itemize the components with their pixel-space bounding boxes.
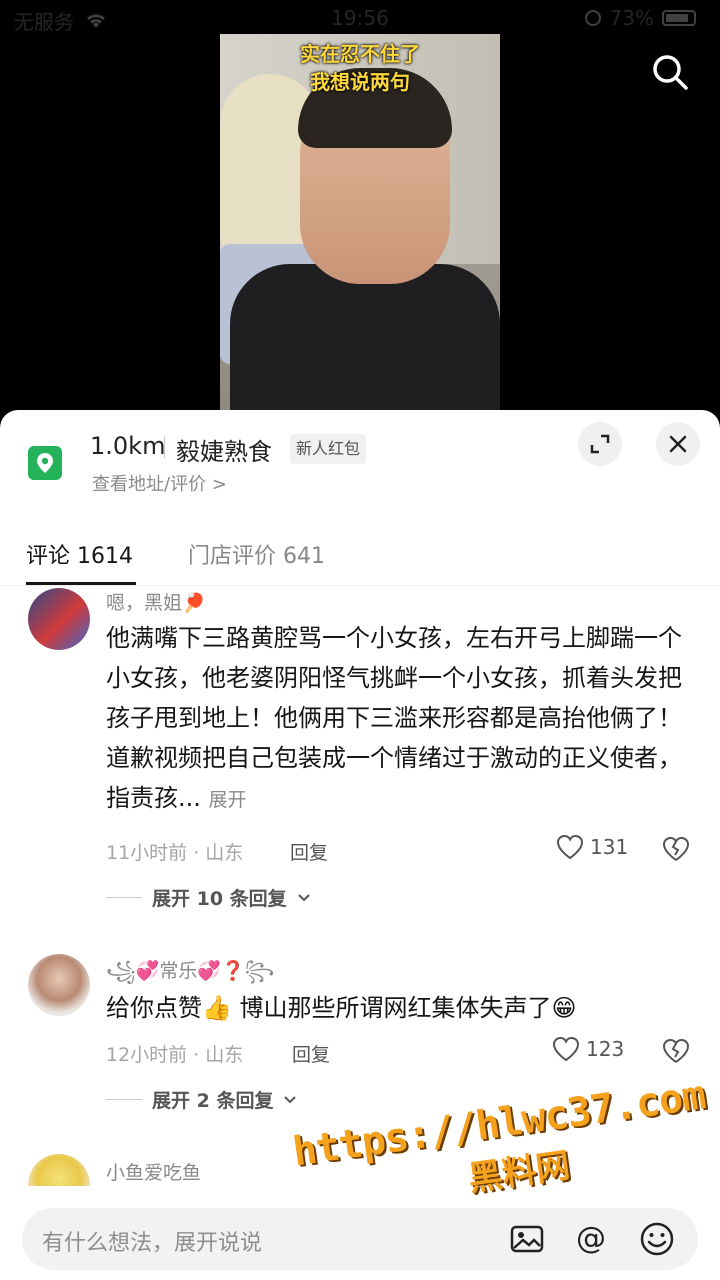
reply-button[interactable]: 回复 [290, 838, 328, 865]
comment-list[interactable]: 嗯，黑姐🏓 他满嘴下三路黄腔骂一个小女孩，左右开弓上脚踹一个小女孩，他老婆阴阳怪… [0, 586, 720, 1186]
reply-divider [106, 1099, 142, 1100]
comment-username[interactable]: 嗯，黑姐🏓 [106, 588, 206, 615]
mention-button[interactable]: @ [572, 1220, 610, 1258]
search-icon [653, 55, 688, 90]
battery-icon [662, 10, 696, 26]
smiley-icon [640, 1222, 674, 1256]
comment-text: 给你点赞👍 博山那些所谓网红集体失声了😁 [106, 994, 577, 1022]
like-count: 131 [590, 835, 629, 859]
expand-replies-label: 展开 2 条回复 [152, 1090, 274, 1112]
avatar[interactable] [28, 1154, 90, 1186]
image-icon [510, 1225, 544, 1253]
expand-text-link[interactable]: 展开 [209, 789, 247, 811]
tab-indicator [26, 582, 136, 585]
heart-icon [552, 1036, 580, 1062]
expand-replies-button[interactable]: 展开 2 条回复 [106, 1086, 297, 1113]
store-distance: 1.0km [90, 432, 166, 460]
comment-meta: 11小时前 · 山东 [106, 842, 244, 864]
video-caption: 实在忍不住了 我想说两句 [220, 40, 500, 96]
comment-input[interactable]: 有什么想法，展开说说 @ [22, 1208, 698, 1270]
store-name[interactable]: 毅婕熟食 [176, 432, 272, 467]
store-address-link[interactable]: 查看地址/评价 > [92, 470, 227, 496]
image-button[interactable] [508, 1220, 546, 1258]
close-button[interactable] [656, 422, 700, 466]
close-icon [669, 435, 687, 453]
video-person-body [230, 264, 500, 410]
emoji-button[interactable] [638, 1220, 676, 1258]
comment-body: 他满嘴下三路黄腔骂一个小女孩，左右开弓上脚踹一个小女孩，他老婆阴阳怪气挑衅一个小… [106, 624, 682, 812]
search-button[interactable] [650, 52, 690, 92]
avatar[interactable] [28, 954, 90, 1016]
chevron-down-icon [284, 1095, 297, 1103]
comment-meta: 12小时前 · 山东 [106, 1044, 244, 1066]
tab-store-reviews[interactable]: 门店评价 641 [188, 538, 325, 570]
tab-comments[interactable]: 评论 1614 [26, 538, 133, 570]
comment-sheet: 1.0km 毅婕熟食 新人红包 查看地址/评价 > 评论 1614 门店评价 6… [0, 410, 720, 1280]
video-caption-line1: 实在忍不住了 [300, 42, 420, 66]
reply-divider [106, 897, 142, 898]
reply-button[interactable]: 回复 [292, 1040, 330, 1067]
status-bar: 无服务 19:56 73% [0, 0, 720, 36]
like-button[interactable]: 131 [556, 834, 628, 860]
comment-username[interactable]: 小鱼爱吃鱼 [106, 1158, 201, 1185]
location-pin-icon [28, 446, 62, 480]
like-button[interactable]: 123 [552, 1036, 624, 1062]
expand-replies-label: 展开 10 条回复 [152, 888, 287, 910]
video-caption-line2: 我想说两句 [310, 70, 410, 94]
dislike-button[interactable] [662, 836, 690, 864]
heart-icon [556, 834, 584, 860]
comment-text: 他满嘴下三路黄腔骂一个小女孩，左右开弓上脚踹一个小女孩，他老婆阴阳怪气挑衅一个小… [106, 618, 696, 820]
store-header[interactable]: 1.0km 毅婕熟食 新人红包 查看地址/评价 > [0, 410, 720, 520]
like-count: 123 [586, 1037, 625, 1061]
avatar[interactable] [28, 588, 90, 650]
battery-percent: 73% [609, 6, 654, 30]
lock-rotation-icon [584, 10, 601, 26]
comment-input-placeholder: 有什么想法，展开说说 [42, 1231, 263, 1256]
broken-heart-icon [662, 1038, 690, 1063]
store-divider [164, 436, 165, 458]
broken-heart-icon [662, 836, 690, 861]
chevron-down-icon [297, 893, 310, 901]
tab-bar: 评论 1614 门店评价 641 [0, 520, 720, 586]
video-player[interactable]: 实在忍不住了 我想说两句 [220, 34, 500, 410]
dislike-button[interactable] [662, 1038, 690, 1066]
store-badge: 新人红包 [290, 434, 367, 464]
fullscreen-button[interactable] [578, 422, 622, 466]
expand-icon [590, 434, 610, 454]
expand-replies-button[interactable]: 展开 10 条回复 [106, 884, 311, 911]
status-right: 73% [584, 6, 696, 30]
